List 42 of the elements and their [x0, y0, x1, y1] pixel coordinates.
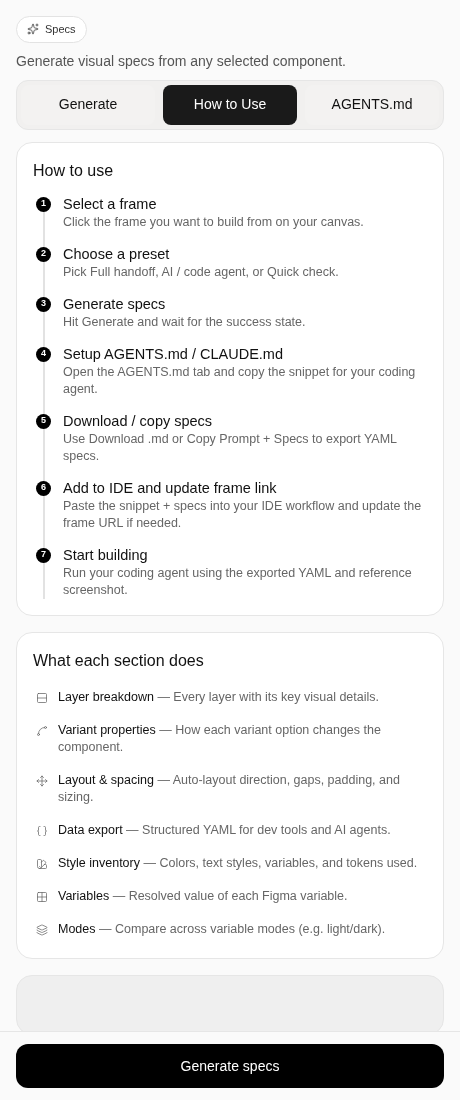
step-title: Setup AGENTS.md / CLAUDE.md — [63, 344, 284, 364]
step-number: 7 — [36, 547, 51, 563]
tab[interactable]: How to Use — [163, 84, 297, 125]
step-description: Hit Generate and wait for the success state. — [63, 313, 306, 331]
step-description: Open the AGENTS.md tab and copy the snippet for your coding agent. — [63, 363, 417, 398]
spline-icon — [36, 724, 48, 737]
sparkle-icon — [27, 23, 39, 36]
step-title: Choose a preset — [63, 244, 171, 264]
generate-specs-button[interactable]: Generate specs — [16, 1044, 444, 1088]
step-description: Click the frame you want to build from on your canvas. — [63, 213, 364, 231]
step-title: Start building — [63, 545, 149, 565]
subtitle: Generate visual specs from any selected component. — [16, 51, 347, 71]
step-number: 2 — [36, 246, 51, 262]
section-description: Variant properties — How each variant option changes the component. — [58, 721, 382, 756]
step-number: 5 — [36, 413, 51, 429]
section-description: Layout & spacing — Auto-layout direction, gaps, padding, and sizing. — [58, 771, 401, 806]
layers-icon — [36, 923, 48, 936]
step-description: Use Download .md or Copy Prompt + Specs to export YAML specs. — [63, 430, 398, 465]
step-title: Select a frame — [63, 194, 158, 214]
move-arrows-icon — [36, 774, 48, 787]
section-description: Style inventory — Colors, text styles, variables, and tokens used. — [58, 854, 418, 872]
step-number: 4 — [36, 346, 51, 362]
section-description: Variables — Resolved value of each Figma variable. — [58, 887, 348, 905]
section-description: Data export — Structured YAML for dev tools and AI agents. — [58, 821, 391, 839]
card-title: How to use — [33, 160, 115, 181]
step-number: 1 — [36, 196, 51, 212]
card-title: What each section does — [33, 650, 205, 671]
step-number: 6 — [36, 480, 51, 496]
braces-icon — [36, 824, 48, 837]
step-title: Add to IDE and update frame link — [63, 478, 278, 498]
step-title: Generate specs — [63, 294, 167, 314]
step-number: 3 — [36, 296, 51, 312]
grid-icon — [36, 890, 48, 903]
step-description: Pick Full handoff, AI / code agent, or Quick check. — [63, 263, 339, 281]
section-description: Layer breakdown — Every layer with its key visual details. — [58, 688, 379, 706]
section-description: Modes — Compare across variable modes (e.g. light/dark). — [58, 920, 386, 938]
badge-label: Specs — [45, 22, 76, 37]
step-title: Download / copy specs — [63, 411, 214, 431]
step-description: Paste the snippet + specs into your IDE workflow and update the frame URL if needed. — [63, 497, 423, 532]
swatch-icon — [36, 857, 48, 870]
step-description: Run your coding agent using the exported YAML and reference screenshot. — [63, 564, 413, 599]
rows-icon — [36, 691, 48, 704]
